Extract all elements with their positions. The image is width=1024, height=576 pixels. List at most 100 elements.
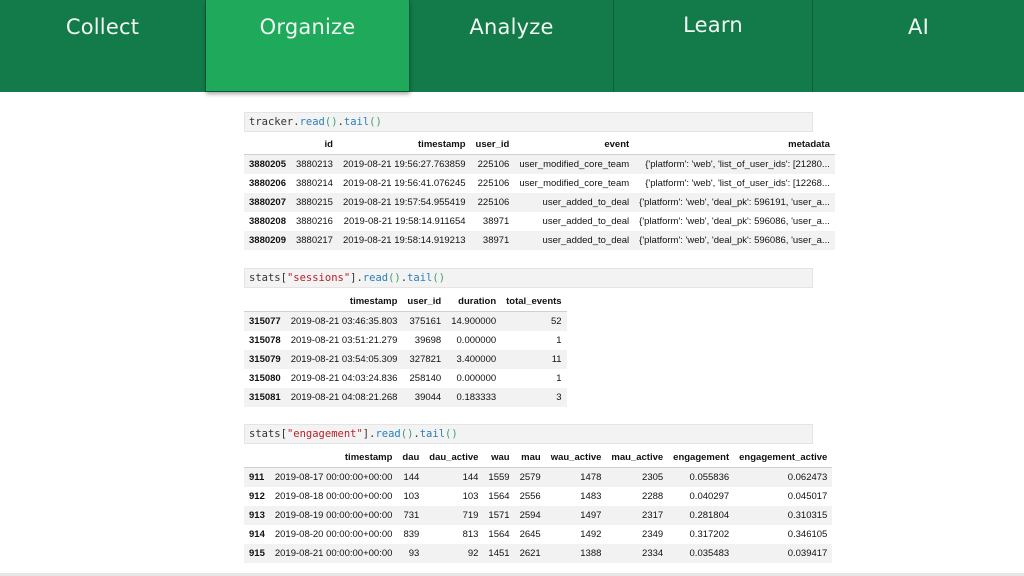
row-index: 315081	[249, 392, 281, 403]
column-header: total_events	[501, 292, 567, 312]
tab-organize[interactable]: Organize	[206, 0, 410, 91]
table-cell: user_modified_core_team	[519, 178, 630, 189]
code-fn: read	[299, 116, 325, 128]
table-cell: 375161	[409, 316, 442, 327]
table-cell: 1	[556, 335, 562, 346]
table-row: 914 2019-08-20 00:00:00+00:00 839 813 1564 26…	[244, 525, 833, 544]
table-cell: 0.183333	[456, 392, 497, 403]
table-cell: 2019-08-21 04:03:24.836	[290, 373, 398, 384]
table-cell: {'platform': 'web', 'deal_pk': 596086, '…	[639, 216, 830, 227]
table-cell: 0.045017	[787, 491, 828, 502]
table-cell: 0.039417	[787, 548, 828, 559]
table-cell: 0.040297	[689, 491, 730, 502]
row-index: 914	[249, 529, 265, 540]
table-row: 315077 2019-08-21 03:46:35.803 375161 14.90…	[244, 311, 567, 331]
code-fn: tail	[407, 272, 433, 284]
column-header: event	[514, 135, 635, 155]
tracker-table: id timestamp user_id event metadata 3880205 3…	[244, 135, 835, 250]
tab-label: Learn	[683, 13, 743, 37]
table-cell: 2556	[519, 491, 541, 502]
table-row: 315081 2019-08-21 04:08:21.268 39044 0.1833…	[244, 388, 567, 407]
column-header: id	[290, 135, 338, 155]
column-header	[244, 135, 291, 155]
table-row: 911 2019-08-17 00:00:00+00:00 144 144 1559 25…	[244, 467, 833, 487]
table-cell: 719	[462, 510, 479, 521]
table-row: 3880208 3880216 2019-08-21 19:58:14.911654…	[244, 212, 835, 231]
code-cell-sessions[interactable]: stats["sessions"].read().tail()	[244, 268, 813, 288]
table-cell: 2288	[642, 491, 664, 502]
table-cell: 39698	[414, 335, 442, 346]
table-cell: 2019-08-17 00:00:00+00:00	[274, 472, 393, 483]
table-cell: 2621	[519, 548, 541, 559]
table-cell: 0.317202	[689, 529, 730, 540]
table-cell: {'platform': 'web', 'list_of_user_ids': …	[645, 178, 830, 189]
table-cell: 0.281804	[689, 510, 730, 521]
table-cell: 839	[403, 529, 420, 540]
table-cell: user_added_to_deal	[542, 216, 630, 227]
code-fn: tail	[419, 428, 446, 440]
table-cell: 2579	[519, 472, 541, 483]
table-cell: 144	[403, 472, 420, 483]
table-cell: 0.346105	[787, 529, 828, 540]
table-cell: 3880217	[295, 235, 333, 246]
table-cell: 731	[403, 510, 420, 521]
tab-label: Organize	[259, 14, 356, 39]
table-row: 3880209 3880217 2019-08-21 19:58:14.919213…	[244, 231, 835, 250]
table-cell: 2317	[642, 510, 664, 521]
column-header: user_id	[470, 135, 515, 155]
code-key: "sessions"	[286, 272, 351, 284]
table-cell: 1478	[580, 472, 602, 483]
table-cell: 1564	[488, 529, 510, 540]
column-header: engagement_active	[734, 448, 833, 468]
table-cell: 3.400000	[456, 354, 497, 365]
table-cell: {'platform': 'web', 'deal_pk': 596086, '…	[639, 235, 830, 246]
table-header-row: id timestamp user_id event metadata	[244, 135, 835, 155]
column-header: timestamp	[285, 292, 403, 312]
column-header: wau_active	[545, 448, 607, 468]
column-header: wau	[483, 448, 515, 468]
sessions-table: timestamp user_id duration total_events 315…	[244, 292, 567, 407]
column-header: timestamp	[337, 135, 471, 155]
table-cell: 2019-08-21 19:56:27.763859	[342, 159, 466, 170]
table-cell: 2349	[642, 529, 664, 540]
table-cell: 14.900000	[451, 316, 497, 327]
table-cell: 2019-08-21 03:54:05.309	[290, 354, 398, 365]
table-row: 915 2019-08-21 00:00:00+00:00 93 92 1451 2621…	[244, 544, 833, 563]
table-cell: 92	[467, 548, 479, 559]
code-var: tracker	[249, 116, 294, 128]
tab-collect[interactable]: Collect	[0, 0, 206, 92]
table-row: 315079 2019-08-21 03:54:05.309 327821 3.400…	[244, 350, 567, 369]
table-cell: 144	[462, 472, 479, 483]
table-cell: 2019-08-21 19:56:41.076245	[342, 178, 466, 189]
row-index: 3880208	[249, 216, 286, 227]
table-cell: 3	[556, 392, 562, 403]
table-cell: 11	[551, 354, 562, 365]
table-cell: {'platform': 'web', 'list_of_user_ids': …	[645, 159, 830, 170]
code-fn: read	[362, 272, 389, 284]
table-cell: 225106	[477, 197, 510, 208]
column-header: mau	[514, 448, 546, 468]
table-cell: 1571	[488, 510, 510, 521]
code-cell-engagement[interactable]: stats["engagement"].read().tail()	[244, 424, 813, 444]
table-cell: 3880216	[295, 216, 333, 227]
tab-learn[interactable]: Learn	[614, 0, 813, 92]
table-row: 315078 2019-08-21 03:51:21.279 39698 0.0000…	[244, 331, 567, 350]
column-header: mau_active	[606, 448, 669, 468]
table-cell: user_modified_core_team	[519, 159, 630, 170]
table-cell: user_added_to_deal	[542, 197, 630, 208]
table-cell: 258140	[409, 373, 442, 384]
table-row: 913 2019-08-19 00:00:00+00:00 731 719 1571 25…	[244, 506, 833, 525]
table-cell: 103	[462, 491, 479, 502]
row-index: 3880205	[249, 159, 286, 170]
column-header: dau	[397, 448, 425, 468]
table-row: 912 2019-08-18 00:00:00+00:00 103 103 1564 25…	[244, 487, 833, 506]
tab-analyze[interactable]: Analyze	[410, 0, 614, 92]
tab-ai[interactable]: AI	[813, 0, 1024, 92]
code-cell-tracker[interactable]: tracker.read().tail()	[244, 112, 813, 132]
table-cell: 0.055836	[689, 472, 730, 483]
table-cell: 93	[408, 548, 420, 559]
table-cell: 2645	[519, 529, 541, 540]
table-row: 3880207 3880215 2019-08-21 19:57:54.955419…	[244, 193, 835, 212]
table-cell: 2019-08-21 19:57:54.955419	[342, 197, 466, 208]
table-cell: 1492	[580, 529, 602, 540]
